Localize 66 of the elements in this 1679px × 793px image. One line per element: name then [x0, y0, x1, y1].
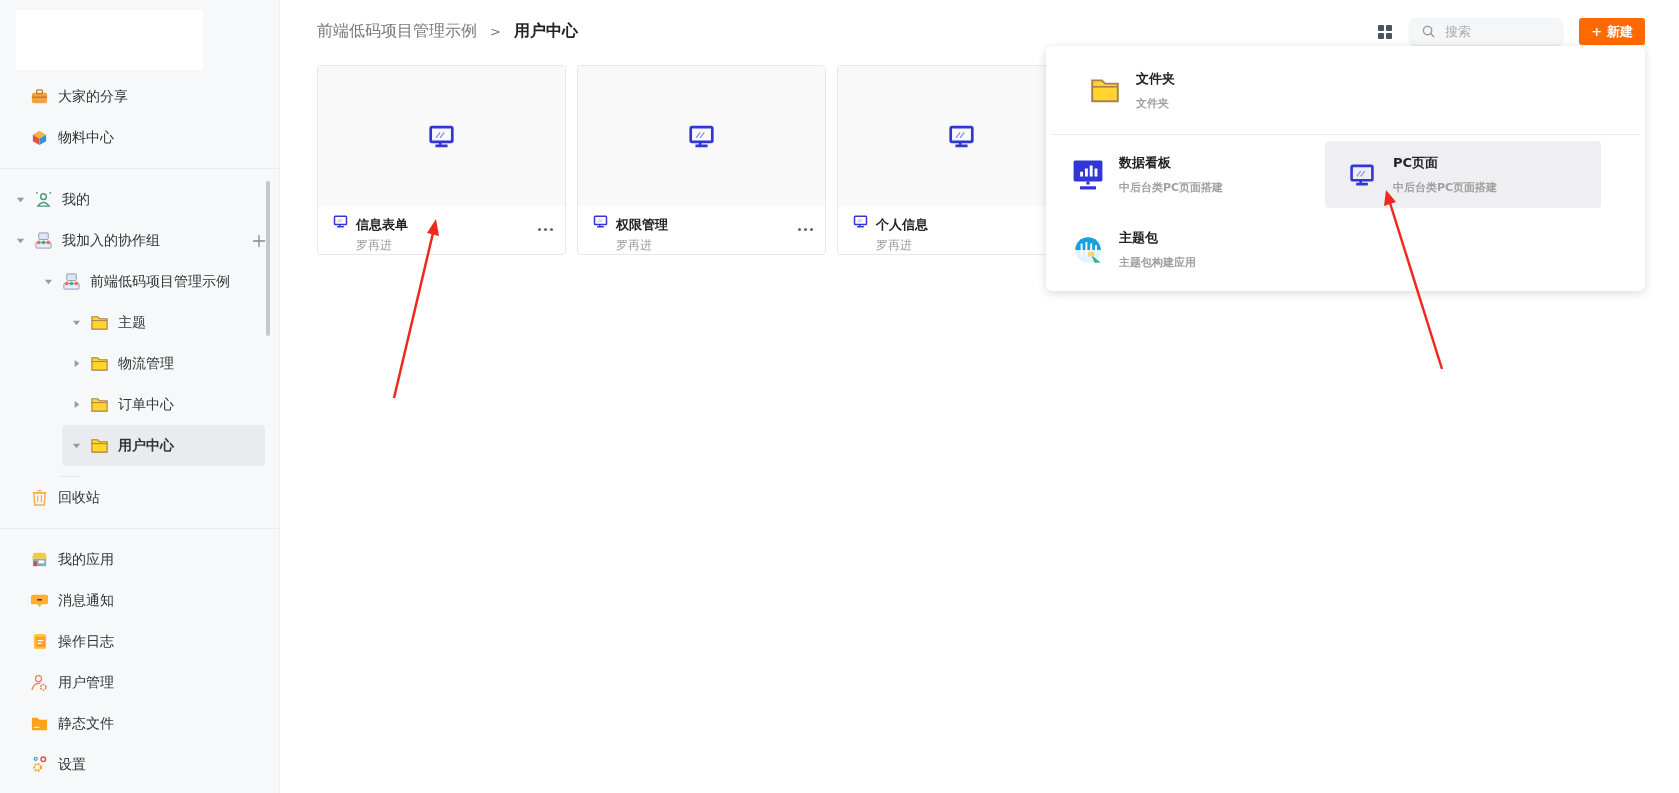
file-card[interactable]: 信息表单 罗再进 [317, 65, 566, 255]
breadcrumb-separator: > [490, 24, 501, 39]
card-title: 信息表单 [356, 217, 408, 232]
person-icon [34, 190, 53, 209]
folder-icon [90, 354, 109, 373]
monitor-icon [593, 214, 608, 229]
menu-item-title: 主题包 [1119, 229, 1159, 247]
grid-view-icon[interactable] [1378, 24, 1392, 39]
menu-item[interactable]: PC页面 中后台类PC页面搭建 [1325, 141, 1601, 208]
menu-item-title: PC页面 [1393, 154, 1440, 172]
group-icon [34, 231, 53, 250]
sidebar-item[interactable]: 物流管理 [0, 343, 265, 384]
sidebar-item[interactable]: 消息通知 [0, 580, 265, 621]
caret-icon[interactable] [16, 195, 25, 204]
briefcase-icon [30, 87, 49, 106]
sidebar-item[interactable]: 订单中心 [0, 384, 265, 425]
sidebar-item[interactable]: 静态文件 [0, 703, 265, 744]
sidebar-item[interactable]: 我的应用 [0, 539, 265, 580]
add-icon[interactable] [253, 234, 265, 247]
card-title: 权限管理 [616, 217, 668, 232]
sidebar-item[interactable]: 前端低码项目管理示例 [0, 261, 265, 302]
sidebar-item[interactable]: 回收站 [0, 477, 265, 518]
more-button[interactable] [536, 226, 555, 233]
file-card[interactable]: 权限管理 罗再进 [577, 65, 826, 255]
folder-icon [90, 436, 109, 455]
folder-icon [90, 395, 109, 414]
sidebar-item[interactable]: 主题 [0, 302, 265, 343]
user-gear-icon [30, 673, 49, 692]
card-author: 罗再进 [876, 237, 913, 254]
gears-icon [30, 755, 49, 774]
folder-icon [90, 313, 109, 332]
card-author: 罗再进 [616, 237, 653, 254]
trash-icon [30, 488, 49, 507]
card-author: 罗再进 [356, 237, 393, 254]
sidebar-item[interactable]: 大家的分享 [0, 76, 265, 117]
card-title: 个人信息 [876, 217, 928, 232]
search-field[interactable]: 搜索 [1410, 18, 1562, 45]
caret-icon[interactable] [72, 359, 81, 368]
caret-icon[interactable] [72, 318, 81, 327]
scrollbar-thumb[interactable] [266, 181, 270, 336]
sidebar-item[interactable]: 我的 [0, 179, 265, 220]
sidebar-item[interactable]: 设置 [0, 744, 265, 785]
menu-item-title: 数据看板 [1119, 154, 1172, 172]
menu-item-title: 文件夹 [1136, 69, 1175, 88]
caret-icon[interactable] [44, 277, 53, 286]
more-button[interactable] [796, 226, 815, 233]
menu-item-description: 主题包构建应用 [1119, 255, 1196, 270]
breadcrumb-current: 用户中心 [513, 21, 578, 42]
sidebar-item[interactable]: 我加入的协作组 [0, 220, 265, 261]
breadcrumb-link[interactable]: 前端低码项目管理示例 [317, 21, 477, 42]
group-icon [62, 272, 81, 291]
menu-item-description: 中后台类PC页面搭建 [1393, 180, 1498, 195]
menu-item-description: 文件夹 [1136, 95, 1170, 111]
sidebar-item[interactable]: 用户中心 [62, 425, 265, 466]
caret-icon[interactable] [72, 400, 81, 409]
menu-item-description: 中后台类PC页面搭建 [1119, 180, 1224, 195]
caret-icon[interactable] [72, 441, 81, 450]
monitor-icon [853, 214, 868, 229]
cube-icon [30, 128, 49, 147]
sidebar-item[interactable]: 物料中心 [0, 117, 265, 158]
sidebar-item[interactable]: 用户管理 [0, 662, 265, 703]
monitor-chart-icon [1071, 158, 1105, 191]
caret-icon[interactable] [16, 236, 25, 245]
sidebar-item[interactable]: 操作日志 [0, 621, 265, 662]
shop-icon [30, 550, 49, 569]
monitor-icon [333, 214, 348, 229]
